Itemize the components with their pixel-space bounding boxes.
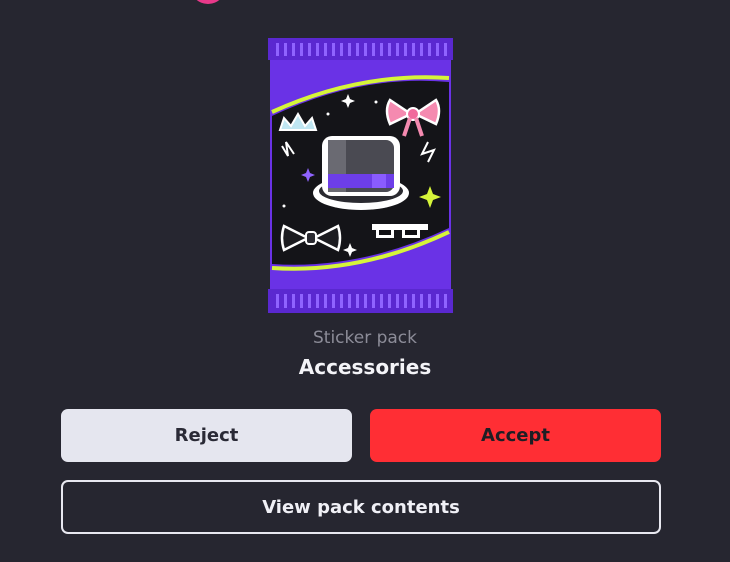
- view-pack-contents-button[interactable]: View pack contents: [61, 480, 661, 534]
- pack-top-crimp: [268, 38, 453, 60]
- pack-bottom-crimp: [268, 289, 453, 313]
- reject-button[interactable]: Reject: [61, 409, 352, 462]
- pack-name: Accessories: [298, 355, 432, 379]
- accept-button[interactable]: Accept: [370, 409, 661, 462]
- pack-type-label: Sticker pack: [312, 328, 418, 348]
- avatar: [190, 0, 226, 4]
- sticker-pack-image: [268, 38, 453, 313]
- top-hat-icon: [313, 136, 409, 210]
- sticker-pack-offer: Sticker pack Accessories Reject Accept V…: [0, 0, 730, 562]
